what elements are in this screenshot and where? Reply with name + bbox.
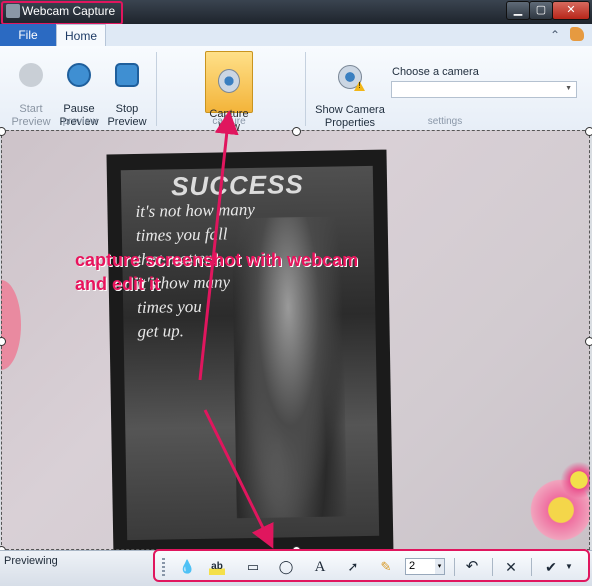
- close-button[interactable]: ✕: [552, 1, 590, 20]
- camera-warning-icon: !: [338, 65, 365, 91]
- resize-handle[interactable]: [585, 337, 592, 346]
- annotation-text: capture screenshot with webcam and edit …: [75, 250, 359, 294]
- spin-icon[interactable]: ▾: [435, 559, 444, 574]
- ribbon-tab-bar: File Home ⌃: [0, 24, 592, 47]
- tab-file[interactable]: File: [0, 24, 56, 46]
- capture-group-label: capture: [212, 116, 246, 127]
- title-highlight-box: [1, 1, 123, 25]
- toolbar-divider: [454, 558, 455, 576]
- rectangle-icon[interactable]: ▭: [245, 559, 261, 575]
- accept-button[interactable]: ✔: [543, 559, 559, 575]
- show-camera-label: Show Camera Properties: [315, 104, 385, 129]
- show-camera-properties-button[interactable]: ! Show Camera Properties: [312, 52, 388, 130]
- stop-icon: [115, 63, 139, 87]
- drop-icon[interactable]: 💧: [179, 559, 195, 575]
- edit-toolbar: 💧 ab ▭ ◯ A ➚ ✎ 2 ▾ ↶ ✕ ✔ ▼: [153, 549, 590, 582]
- cancel-button[interactable]: ✕: [503, 559, 519, 575]
- title-bar: Webcam Capture ▁ ▢ ✕: [0, 0, 592, 25]
- collapse-ribbon-icon[interactable]: ⌃: [550, 28, 560, 42]
- tab-home[interactable]: Home: [56, 24, 106, 46]
- group-divider: [305, 52, 306, 126]
- resize-handle[interactable]: [585, 127, 592, 136]
- group-divider: [156, 52, 157, 126]
- brush-size-stepper[interactable]: 2 ▾: [405, 558, 445, 575]
- ellipse-icon[interactable]: ◯: [278, 559, 294, 575]
- webcam-icon: [218, 69, 240, 93]
- highlight-text-icon[interactable]: ab: [209, 559, 225, 575]
- undo-button[interactable]: ↶: [464, 559, 480, 575]
- arrow-icon[interactable]: ➚: [345, 559, 361, 575]
- selection-border: [1, 130, 590, 550]
- hand-icon[interactable]: [570, 27, 584, 41]
- play-icon: [19, 63, 43, 87]
- chevron-down-icon: ▼: [565, 85, 572, 92]
- toolbar-divider: [492, 558, 493, 576]
- choose-camera-label: Choose a camera: [392, 66, 479, 78]
- toolbar-grip[interactable]: [162, 558, 165, 576]
- toolbar-divider: [531, 558, 532, 576]
- preview-group-label: preview: [62, 116, 98, 127]
- brush-size-value: 2: [409, 560, 416, 572]
- maximize-button[interactable]: ▢: [529, 1, 553, 20]
- ribbon: Start Preview Pause Preview Stop Preview…: [0, 46, 592, 133]
- camera-select[interactable]: ▼: [391, 81, 577, 98]
- capture-now-button[interactable]: Capture Now: [205, 51, 253, 133]
- status-text: Previewing: [4, 555, 58, 567]
- pause-icon: [67, 63, 91, 87]
- pencil-icon[interactable]: ✎: [378, 559, 394, 575]
- resize-handle[interactable]: [292, 127, 301, 136]
- minimize-button[interactable]: ▁: [506, 1, 530, 20]
- chevron-down-icon[interactable]: ▼: [561, 559, 577, 575]
- text-icon[interactable]: A: [312, 559, 328, 575]
- settings-group-label: settings: [427, 116, 463, 127]
